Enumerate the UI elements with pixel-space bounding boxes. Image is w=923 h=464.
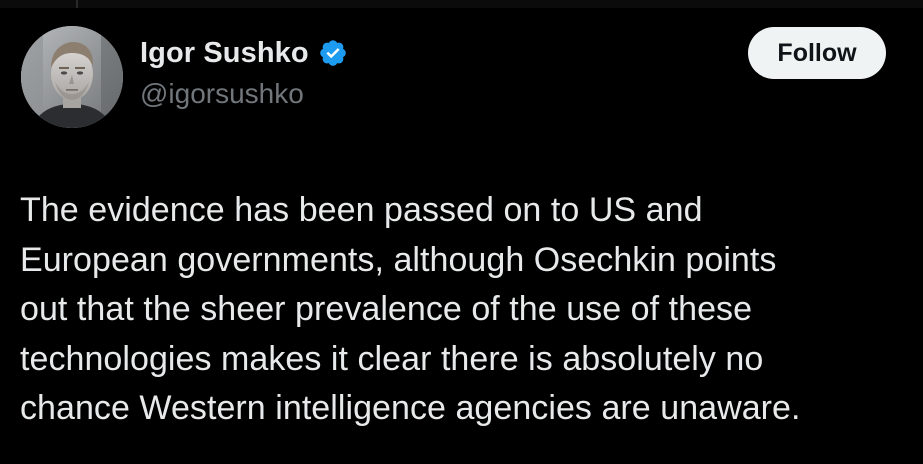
author-handle[interactable]: @igorsushko — [140, 78, 304, 110]
divider-tick — [76, 0, 78, 8]
tweet-text-line: European governments, although Osechkin … — [20, 240, 777, 279]
verified-badge-icon[interactable] — [318, 38, 348, 68]
author-name-row: Igor Sushko — [140, 33, 348, 73]
tweet-text-line: out that the sheer prevalence of the use… — [20, 290, 753, 328]
tweet-card: Igor Sushko @igorsushko Follow The evide… — [0, 0, 923, 464]
top-divider — [0, 0, 923, 8]
avatar[interactable] — [21, 26, 123, 128]
author-display-name[interactable]: Igor Sushko — [140, 37, 309, 70]
tweet-text-line: The evidence has been passed on to US an… — [20, 191, 703, 229]
follow-button[interactable]: Follow — [748, 27, 886, 79]
tweet-text-line: technologies makes it clear there is abs… — [20, 339, 764, 378]
tweet-text: The evidence has been passed on to US an… — [20, 186, 915, 434]
profile-photo — [21, 26, 123, 128]
tweet-text-line: chance Western intelligence agencies are… — [20, 389, 801, 427]
